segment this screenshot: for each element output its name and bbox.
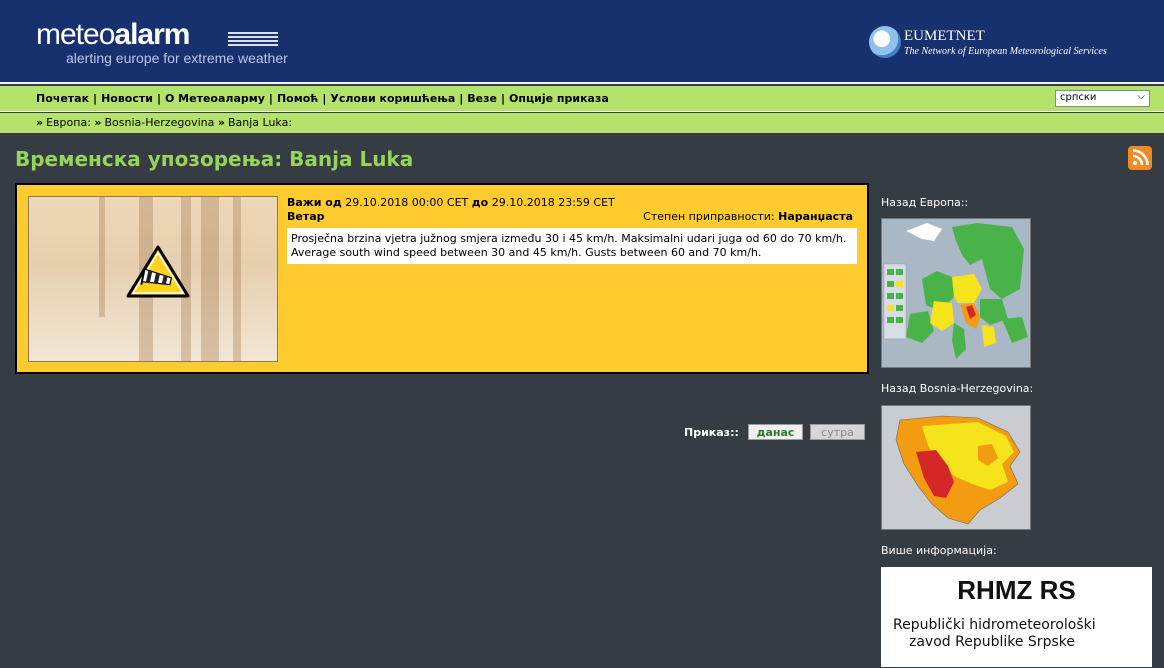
eumetnet-globe-icon bbox=[869, 26, 901, 58]
nav-item-display-options[interactable]: Опције приказа bbox=[509, 92, 609, 105]
valid-from-label: Важи од bbox=[287, 196, 342, 209]
rss-icon[interactable] bbox=[1128, 146, 1152, 170]
nav-item-about[interactable]: О Метеоаларму bbox=[165, 92, 265, 105]
valid-to: 29.10.2018 23:59 CET bbox=[491, 196, 615, 209]
breadcrumb-europe[interactable]: Европа: bbox=[46, 116, 91, 129]
warning-description: Prosječna brzina vjetra južnog smjera iz… bbox=[287, 228, 857, 264]
nav-item-news[interactable]: Новости bbox=[101, 92, 153, 105]
back-country-label[interactable]: Назад Bosnia-Herzegovina: bbox=[881, 382, 1033, 395]
rhmz-subtitle-line1: Republički hidrometeorološki bbox=[893, 617, 1096, 633]
today-button[interactable]: данас bbox=[748, 424, 803, 440]
more-info-label: Више информација: bbox=[881, 544, 997, 557]
breadcrumb-region: Banja Luka: bbox=[227, 116, 293, 129]
nav-links: Почетак | Новости | О Метеоаларму | Помоћ | Усло… bbox=[36, 92, 609, 105]
breadcrumb-bar: » Европа: » Bosnia-Herzegovina » Banja Luka… bbox=[0, 113, 1164, 133]
rhmz-subtitle-line2: zavod Republike Srpske bbox=[909, 634, 1075, 650]
main-nav: Почетак | Новости | О Метеоаларму | Помоћ | Усло… bbox=[0, 86, 1164, 112]
logo-bold: alarm bbox=[114, 18, 190, 51]
valid-from: 29.10.2018 00:00 CET bbox=[345, 196, 469, 209]
europe-warning-map[interactable] bbox=[881, 218, 1031, 368]
display-label: Приказ:: bbox=[684, 426, 739, 439]
eumetnet-title[interactable]: EUMETNET bbox=[904, 28, 985, 45]
nav-item-terms[interactable]: Услови коришћења bbox=[330, 92, 455, 105]
event-type: Ветар bbox=[287, 210, 325, 223]
logo-stripes-graphic bbox=[228, 32, 278, 48]
nav-item-help[interactable]: Помоћ bbox=[277, 92, 318, 105]
awareness-label: Степен приправности: bbox=[643, 210, 775, 223]
logo-tagline: alerting europe for extreme weather bbox=[66, 50, 288, 66]
awareness-level: Степен приправности: Наранџаста bbox=[643, 210, 853, 223]
chevron-down-icon: ⌵ bbox=[1137, 91, 1145, 102]
nav-separator: | bbox=[93, 92, 98, 105]
back-europe-label[interactable]: Назад Европа:: bbox=[881, 196, 968, 209]
tomorrow-button[interactable]: сутра bbox=[810, 424, 865, 440]
language-value: српски bbox=[1060, 92, 1097, 103]
site-header: meteoalarm alerting europe for extreme w… bbox=[0, 0, 1164, 84]
nav-separator: | bbox=[501, 92, 506, 105]
breadcrumb-arrow-icon: » bbox=[217, 116, 225, 129]
language-select[interactable]: српски ⌵ bbox=[1055, 90, 1150, 107]
rhmz-logo-link[interactable]: RHMZ RS Republički hidrometeorološki zav… bbox=[881, 567, 1152, 667]
valid-to-label: до bbox=[471, 196, 489, 209]
page-title: Временска упозорења: Banja Luka bbox=[15, 147, 414, 171]
warning-panel: Важи од 29.10.2018 00:00 CET до 29.10.20… bbox=[15, 183, 869, 374]
breadcrumb-arrow-icon: » bbox=[36, 116, 44, 129]
nav-separator: | bbox=[459, 92, 464, 105]
breadcrumb-country[interactable]: Bosnia-Herzegovina bbox=[105, 116, 215, 129]
nav-separator: | bbox=[268, 92, 273, 105]
nav-separator: | bbox=[322, 92, 327, 105]
rhmz-title: RHMZ RS bbox=[957, 575, 1076, 605]
breadcrumb-arrow-icon: » bbox=[94, 116, 102, 129]
meteoalarm-logo[interactable]: meteoalarm bbox=[36, 18, 190, 52]
breadcrumb: » Европа: » Bosnia-Herzegovina » Banja Luka… bbox=[36, 116, 292, 129]
wind-sock-icon bbox=[126, 245, 190, 298]
wind-warning-image bbox=[28, 196, 278, 362]
logo-prefix: meteo bbox=[36, 18, 115, 51]
nav-separator: | bbox=[156, 92, 161, 105]
bosnia-warning-map[interactable] bbox=[881, 405, 1031, 530]
awareness-value: Наранџаста bbox=[778, 210, 853, 223]
nav-item-home[interactable]: Почетак bbox=[36, 92, 89, 105]
eumetnet-subtitle: The Network of European Meteorological S… bbox=[904, 46, 1107, 57]
validity-period: Важи од 29.10.2018 00:00 CET до 29.10.20… bbox=[287, 196, 615, 209]
nav-item-links[interactable]: Везе bbox=[467, 92, 497, 105]
